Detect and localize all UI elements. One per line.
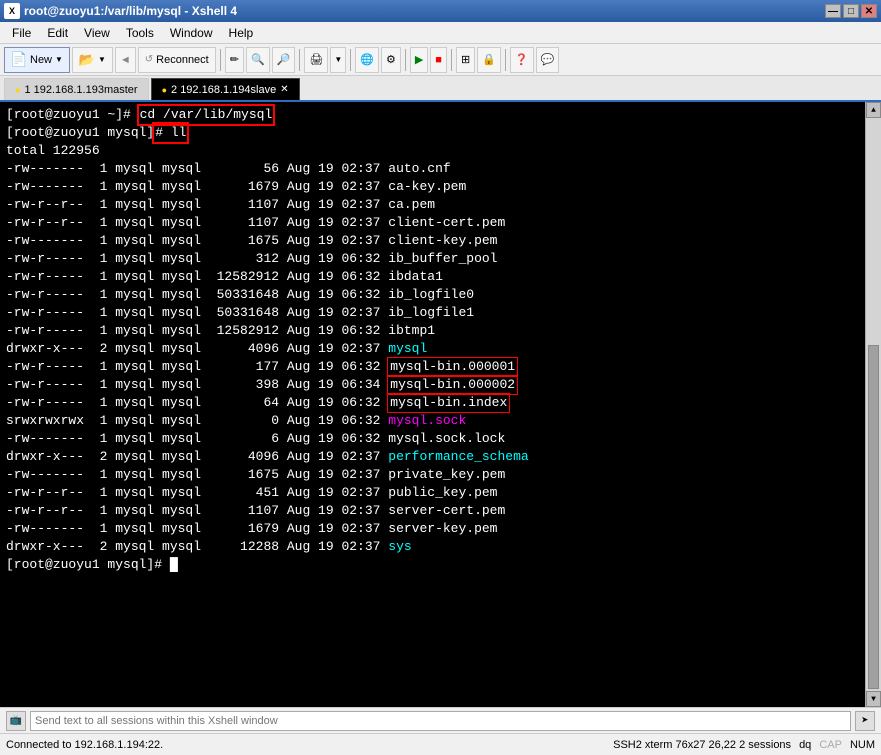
num-indicator: NUM	[850, 739, 875, 751]
tab-session-2[interactable]: ● 2 192.168.1.194slave ✕	[151, 78, 300, 100]
print-button[interactable]: 🖨	[304, 47, 328, 73]
print-dropdown[interactable]: ▼	[330, 47, 346, 73]
terminal[interactable]: [root@zuoyu1 ~]# cd /var/lib/mysql [root…	[0, 102, 865, 707]
bottom-toolbar: 📺 ➤	[0, 707, 881, 733]
tab2-close[interactable]: ✕	[280, 84, 288, 95]
print-icon: 🖨	[309, 53, 323, 66]
chat-button[interactable]: 💬	[536, 47, 560, 73]
toolbar-separator-2	[299, 49, 300, 71]
window-title: root@zuoyu1:/var/lib/mysql - Xshell 4	[24, 4, 237, 18]
new-label: New	[30, 54, 52, 66]
toolbar-separator-6	[505, 49, 506, 71]
reconnect-button[interactable]: ↺ Reconnect	[138, 47, 216, 73]
connect-button[interactable]: ▶	[410, 47, 428, 73]
menu-window[interactable]: Window	[162, 24, 221, 42]
search-icon: 🔎	[277, 53, 291, 66]
content-area: [root@zuoyu1 ~]# cd /var/lib/mysql [root…	[0, 102, 881, 707]
toolbar-separator-5	[451, 49, 452, 71]
chat-icon: 💬	[541, 53, 555, 66]
scrollbar[interactable]: ▲ ▼	[865, 102, 881, 707]
grid-icon: ⊞	[461, 53, 470, 66]
status-bar: Connected to 192.168.1.194:22. SSH2 xter…	[0, 733, 881, 755]
menu-edit[interactable]: Edit	[39, 24, 76, 42]
lock-icon: 🔒	[482, 53, 496, 66]
search-button[interactable]: 🔎	[272, 47, 296, 73]
color-icon: 🌐	[360, 53, 374, 66]
title-bar-controls: — □ ✕	[825, 4, 877, 18]
session-info: SSH2 xterm 76x27 26,22 2 sessions	[613, 739, 791, 751]
tab1-label: 1 192.168.1.193master	[24, 84, 137, 96]
line-1: [root@zuoyu1 ~]# cd /var/lib/mysql [root…	[6, 107, 529, 572]
tab-session-1[interactable]: ● 1 192.168.1.193master	[4, 78, 149, 100]
scrollbar-track	[866, 118, 881, 691]
settings-button[interactable]: ⚙	[381, 47, 401, 73]
connection-status: Connected to 192.168.1.194:22.	[6, 739, 163, 751]
status-right: SSH2 xterm 76x27 26,22 2 sessions dq CAP…	[613, 739, 875, 751]
zoom-button[interactable]: 🔍	[246, 47, 270, 73]
color-button[interactable]: 🌐	[355, 47, 379, 73]
send-text-input[interactable]	[30, 711, 851, 731]
settings-icon: ⚙	[386, 53, 396, 66]
compose-button[interactable]: ✏	[225, 47, 244, 73]
maximize-button[interactable]: □	[843, 4, 859, 18]
scrollbar-up[interactable]: ▲	[866, 102, 881, 118]
dq-indicator: dq	[799, 739, 811, 751]
close-button[interactable]: ✕	[861, 4, 877, 18]
scrollbar-down[interactable]: ▼	[866, 691, 881, 707]
open-button[interactable]: 📂 ▼	[72, 47, 113, 73]
lock-button[interactable]: 🔒	[477, 47, 501, 73]
connect-icon: ▶	[415, 53, 423, 66]
send-arrow-button[interactable]: ➤	[855, 711, 875, 731]
tab-bar: ● 1 192.168.1.193master ● 2 192.168.1.19…	[0, 76, 881, 102]
disconnect-icon: ■	[435, 54, 442, 66]
toolbar-separator-3	[350, 49, 351, 71]
menu-file[interactable]: File	[4, 24, 39, 42]
grid-button[interactable]: ⊞	[456, 47, 475, 73]
help-button[interactable]: ❓	[510, 47, 534, 73]
folder-icon: 📂	[79, 52, 95, 68]
zoom-icon: 🔍	[251, 53, 265, 66]
back-icon: ◄	[120, 54, 131, 66]
toolbar-separator-4	[405, 49, 406, 71]
help-icon: ❓	[515, 53, 529, 66]
app-icon: X	[4, 3, 20, 19]
tab2-label: 2 192.168.1.194slave	[171, 84, 276, 96]
menu-bar: File Edit View Tools Window Help	[0, 22, 881, 44]
new-button[interactable]: 📄 New ▼	[4, 47, 70, 73]
menu-view[interactable]: View	[76, 24, 118, 42]
open-dropdown-arrow: ▼	[98, 55, 106, 64]
title-bar-left: X root@zuoyu1:/var/lib/mysql - Xshell 4	[4, 3, 237, 19]
compose-icon: ✏	[230, 53, 239, 66]
menu-help[interactable]: Help	[221, 24, 262, 42]
tab1-indicator: ●	[15, 85, 20, 95]
send-icon-button[interactable]: 📺	[6, 711, 26, 731]
back-button[interactable]: ◄	[115, 47, 136, 73]
tab2-indicator: ●	[162, 85, 167, 95]
cap-indicator: CAP	[819, 739, 842, 751]
toolbar: 📄 New ▼ 📂 ▼ ◄ ↺ Reconnect ✏ 🔍 🔎 🖨	[0, 44, 881, 76]
menu-tools[interactable]: Tools	[118, 24, 162, 42]
new-dropdown-arrow: ▼	[55, 55, 63, 64]
main-window: X root@zuoyu1:/var/lib/mysql - Xshell 4 …	[0, 0, 881, 755]
scrollbar-thumb[interactable]	[868, 345, 879, 689]
title-bar: X root@zuoyu1:/var/lib/mysql - Xshell 4 …	[0, 0, 881, 22]
reconnect-label: Reconnect	[156, 54, 209, 66]
disconnect-button[interactable]: ■	[430, 47, 447, 73]
new-icon: 📄	[11, 52, 27, 68]
toolbar-separator-1	[220, 49, 221, 71]
reconnect-icon: ↺	[145, 54, 153, 65]
minimize-button[interactable]: —	[825, 4, 841, 18]
